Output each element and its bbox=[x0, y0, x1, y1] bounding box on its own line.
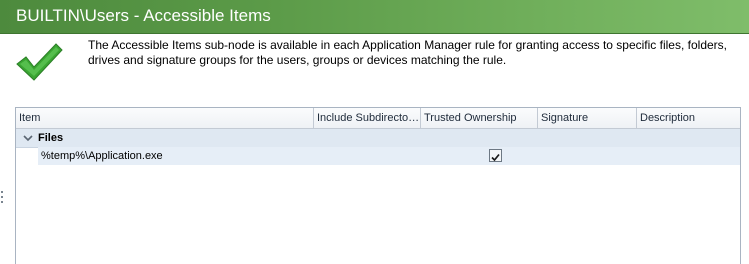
chevron-down-icon[interactable] bbox=[22, 132, 34, 144]
column-header-item[interactable]: Item bbox=[16, 108, 314, 128]
checkmark-glyph-icon bbox=[491, 153, 500, 162]
column-header-trusted-ownership[interactable]: Trusted Ownership bbox=[421, 108, 538, 128]
grid-header: Item Include Subdirecto… Trusted Ownersh… bbox=[16, 108, 740, 129]
accessible-items-grid[interactable]: Item Include Subdirecto… Trusted Ownersh… bbox=[15, 107, 741, 264]
column-header-include-subdirectories[interactable]: Include Subdirecto… bbox=[314, 108, 421, 128]
title-bar: BUILTIN\Users - Accessible Items bbox=[0, 0, 749, 34]
column-header-signature[interactable]: Signature bbox=[538, 108, 637, 128]
table-row[interactable]: %temp%\Application.exe bbox=[38, 147, 740, 165]
splitter-grip-icon[interactable] bbox=[1, 190, 4, 210]
group-label: Files bbox=[38, 132, 64, 144]
page-title: BUILTIN\Users - Accessible Items bbox=[16, 6, 271, 25]
description-text: The Accessible Items sub-node is availab… bbox=[88, 38, 727, 67]
accessible-items-page: BUILTIN\Users - Accessible Items The Acc… bbox=[0, 0, 749, 264]
checkmark-icon bbox=[16, 43, 63, 81]
group-row-files[interactable]: Files bbox=[16, 129, 740, 148]
trusted-ownership-checkbox[interactable] bbox=[489, 149, 502, 162]
cell-item[interactable]: %temp%\Application.exe bbox=[41, 149, 163, 163]
column-header-description[interactable]: Description bbox=[637, 108, 740, 128]
